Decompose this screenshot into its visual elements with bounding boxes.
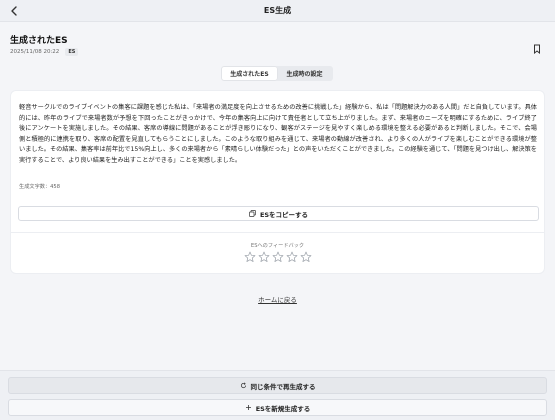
star-3-icon[interactable] bbox=[272, 251, 284, 263]
home-link[interactable]: ホームに戻る bbox=[258, 296, 297, 304]
page-header: 生成されたES 2025/11/08 20:22 ES bbox=[10, 33, 545, 59]
type-badge: ES bbox=[65, 48, 79, 56]
copy-icon bbox=[249, 210, 256, 217]
generated-date: 2025/11/08 20:22 bbox=[10, 49, 60, 55]
star-rating bbox=[244, 251, 312, 263]
es-card: 軽音サークルでのライブイベントの集客に課題を感じた私は、「来場者の満足度を向上さ… bbox=[10, 90, 545, 274]
star-4-icon[interactable] bbox=[286, 251, 298, 263]
topbar-title: ES生成 bbox=[263, 6, 292, 15]
meta-row: 2025/11/08 20:22 ES bbox=[10, 48, 79, 56]
top-bar: ES生成 bbox=[0, 0, 555, 22]
tab-generated-es[interactable]: 生成されたES bbox=[222, 67, 277, 80]
star-5-icon[interactable] bbox=[300, 251, 312, 263]
back-button[interactable] bbox=[6, 3, 22, 19]
regenerate-label: 同じ条件で再生成する bbox=[250, 382, 316, 391]
bookmark-button[interactable] bbox=[533, 39, 541, 55]
star-1-icon[interactable] bbox=[244, 251, 256, 263]
divider bbox=[11, 232, 544, 233]
bottom-action-bar: 同じ条件で再生成する ESを新規生成する bbox=[0, 370, 555, 420]
page-title: 生成されたES bbox=[10, 36, 68, 46]
copy-es-button[interactable]: ESをコピーする bbox=[18, 206, 539, 221]
plus-icon bbox=[245, 404, 252, 411]
new-es-button[interactable]: ESを新規生成する bbox=[8, 399, 547, 416]
regenerate-button[interactable]: 同じ条件で再生成する bbox=[8, 377, 547, 394]
home-link-row: ホームに戻る bbox=[0, 287, 555, 306]
char-count: 生成文字数：458 bbox=[19, 184, 61, 190]
bookmark-icon bbox=[534, 44, 540, 55]
star-2-icon[interactable] bbox=[258, 251, 270, 263]
copy-es-label: ESをコピーする bbox=[259, 210, 309, 219]
chevron-left-icon bbox=[11, 6, 17, 16]
refresh-icon bbox=[240, 382, 247, 389]
new-es-label: ESを新規生成する bbox=[255, 404, 311, 413]
es-body-text: 軽音サークルでのライブイベントの集客に課題を感じた私は、「来場者の満足度を向上さ… bbox=[19, 104, 537, 164]
view-tabs: 生成されたES 生成時の設定 bbox=[221, 66, 333, 81]
feedback-label: ESへのフィードバック bbox=[250, 243, 305, 249]
tab-generation-settings[interactable]: 生成時の設定 bbox=[277, 67, 332, 80]
